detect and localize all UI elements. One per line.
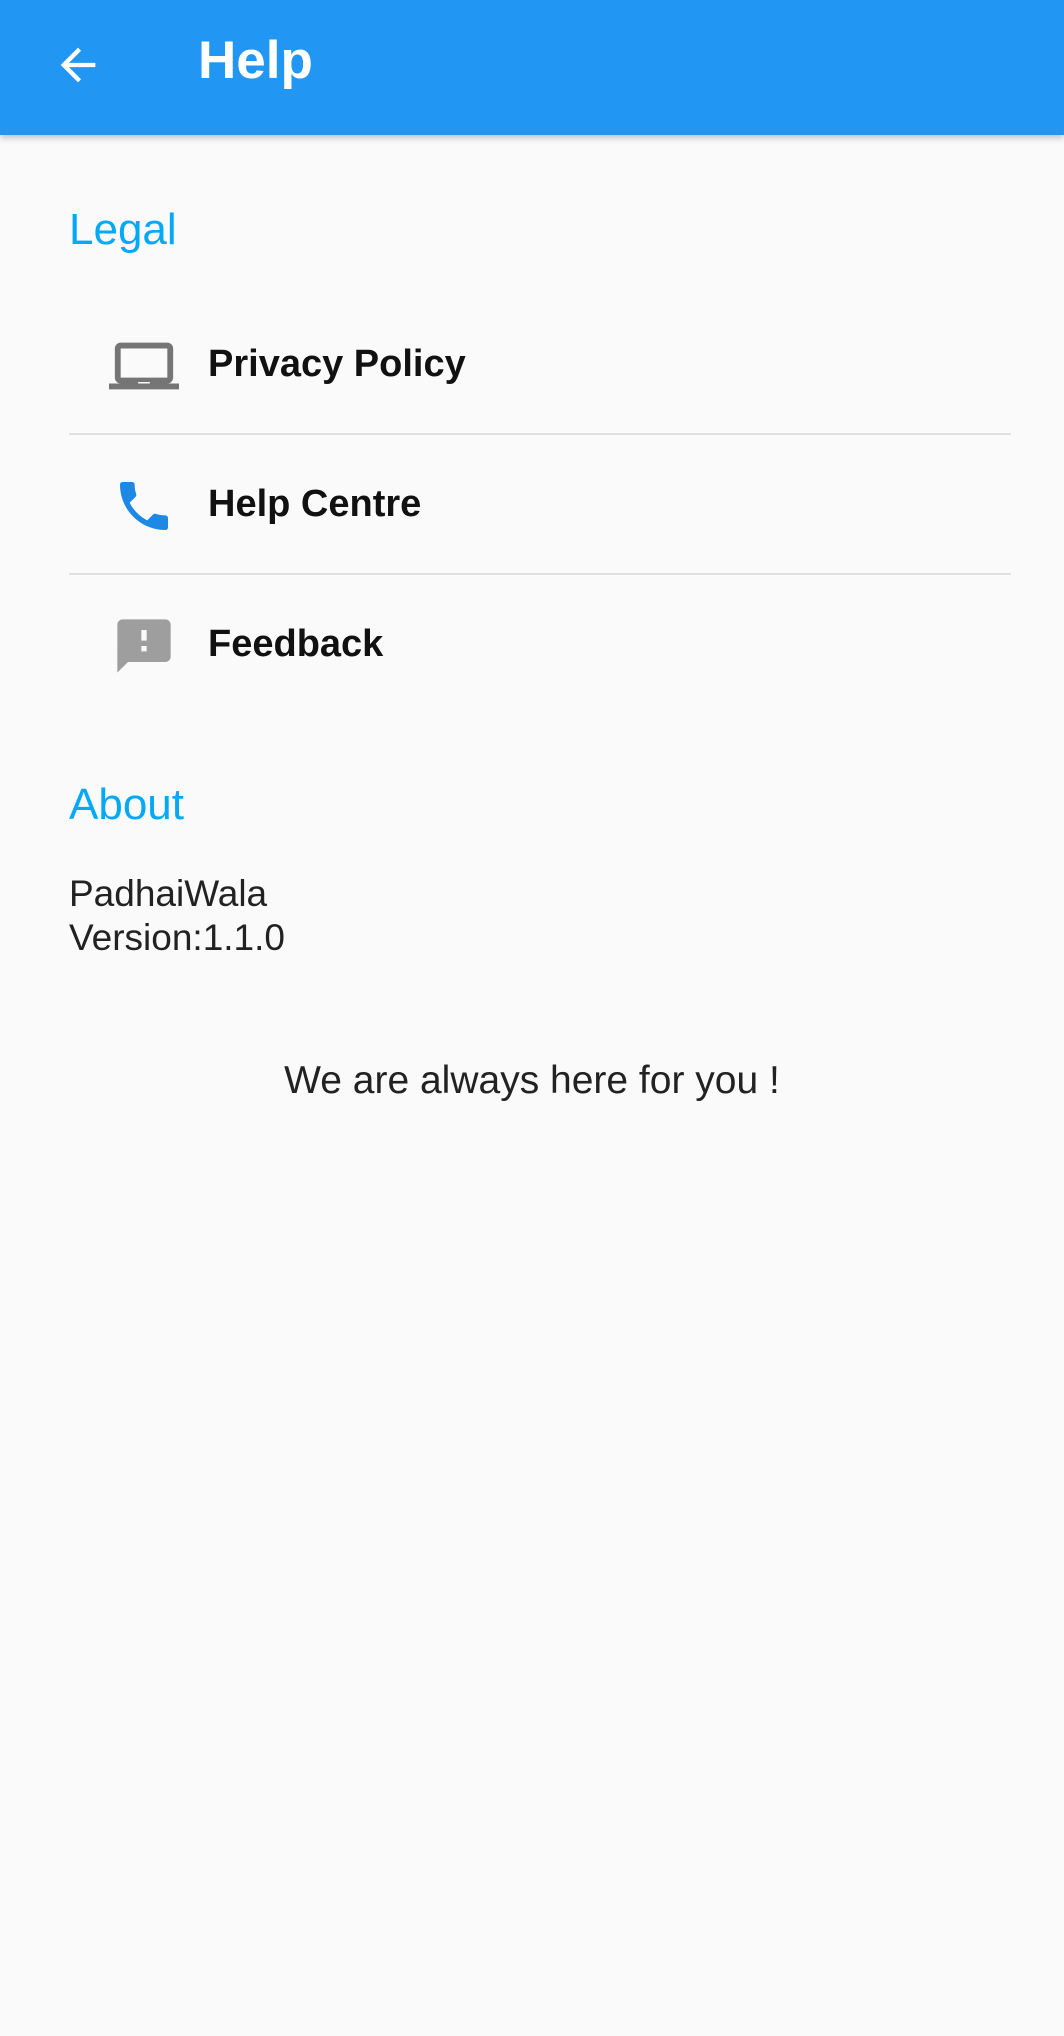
feedback-label: Feedback xyxy=(208,623,384,665)
feedback-icon xyxy=(109,611,179,681)
page-title: Help xyxy=(198,31,313,90)
app-version: Version:1.1.0 xyxy=(69,917,285,958)
tagline: We are always here for you ! xyxy=(284,1059,780,1102)
feedback-item[interactable]: Feedback xyxy=(69,575,1011,715)
app-name: PadhaiWala xyxy=(69,873,268,914)
privacy-policy-label: Privacy Policy xyxy=(208,343,466,385)
back-button[interactable] xyxy=(40,27,116,103)
phone-icon xyxy=(109,471,179,541)
legal-section-header: Legal xyxy=(69,205,177,254)
help-centre-item[interactable]: Help Centre xyxy=(69,435,1011,575)
about-section-header: About xyxy=(69,780,184,829)
help-centre-label: Help Centre xyxy=(208,483,422,525)
privacy-policy-item[interactable]: Privacy Policy xyxy=(69,295,1011,435)
arrow-back-icon xyxy=(60,47,96,83)
app-bar: Help xyxy=(0,0,1064,135)
about-info: PadhaiWala Version:1.1.0 xyxy=(69,872,285,960)
laptop-icon xyxy=(109,331,179,401)
